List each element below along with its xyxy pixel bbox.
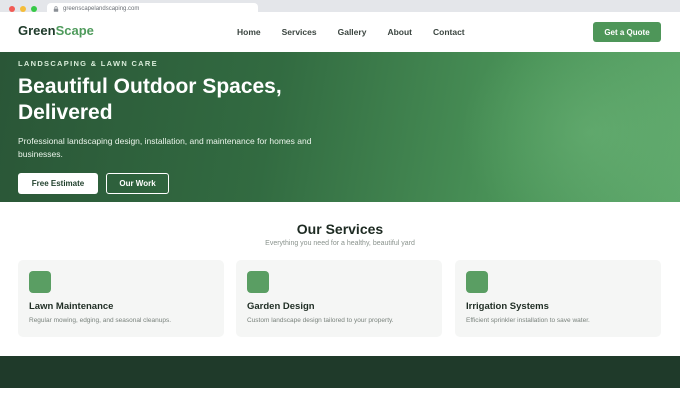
service-card-title: Lawn Maintenance bbox=[29, 301, 114, 312]
service-card-title: Garden Design bbox=[247, 301, 315, 312]
logo-text-green: Green bbox=[18, 23, 56, 38]
service-card-garden-design[interactable]: Garden Design Custom landscape design ta… bbox=[236, 260, 442, 337]
nav-link-about[interactable]: About bbox=[387, 27, 412, 37]
nav-link-contact[interactable]: Contact bbox=[433, 27, 465, 37]
get-quote-button[interactable]: Get a Quote bbox=[593, 22, 661, 42]
hero-eyebrow: LANDSCAPING & LAWN CARE bbox=[18, 59, 158, 68]
hero-section: LANDSCAPING & LAWN CARE Beautiful Outdoo… bbox=[0, 52, 680, 202]
hero-subtext: Professional landscaping design, install… bbox=[18, 136, 312, 159]
services-subtitle: Everything you need for a healthy, beaut… bbox=[265, 240, 415, 247]
site-navbar: GreenScape Home Services Gallery About C… bbox=[0, 12, 680, 52]
our-work-button[interactable]: Our Work bbox=[106, 173, 169, 194]
nav-menu: Home Services Gallery About Contact bbox=[237, 27, 486, 37]
free-estimate-button[interactable]: Free Estimate bbox=[18, 173, 98, 194]
dark-section-band bbox=[0, 356, 680, 388]
services-title: Our Services bbox=[296, 221, 384, 237]
site-logo[interactable]: GreenScape bbox=[18, 23, 94, 38]
garden-design-icon bbox=[247, 271, 269, 293]
service-card-title: Irrigation Systems bbox=[466, 301, 549, 312]
service-card-lawn-maintenance[interactable]: Lawn Maintenance Regular mowing, edging,… bbox=[18, 260, 224, 337]
irrigation-systems-icon bbox=[466, 271, 488, 293]
service-card-description: Regular mowing, edging, and seasonal cle… bbox=[29, 317, 172, 324]
logo-text-scape: Scape bbox=[55, 23, 94, 38]
hero-headline: Beautiful Outdoor Spaces, Delivered bbox=[18, 75, 282, 124]
lawn-maintenance-icon bbox=[29, 271, 51, 293]
services-section: Our Services Everything you need for a h… bbox=[0, 202, 680, 356]
nav-link-home[interactable]: Home bbox=[237, 27, 261, 37]
service-card-description: Efficient sprinkler installation to save… bbox=[466, 317, 590, 324]
service-card-description: Custom landscape design tailored to your… bbox=[247, 317, 394, 324]
nav-link-gallery[interactable]: Gallery bbox=[338, 27, 367, 37]
nav-link-services[interactable]: Services bbox=[282, 27, 317, 37]
browser-chrome: greenscapelandscaping.com bbox=[0, 0, 680, 15]
service-card-irrigation-systems[interactable]: Irrigation Systems Efficient sprinkler i… bbox=[455, 260, 661, 337]
page-bottom-strip bbox=[0, 388, 680, 408]
